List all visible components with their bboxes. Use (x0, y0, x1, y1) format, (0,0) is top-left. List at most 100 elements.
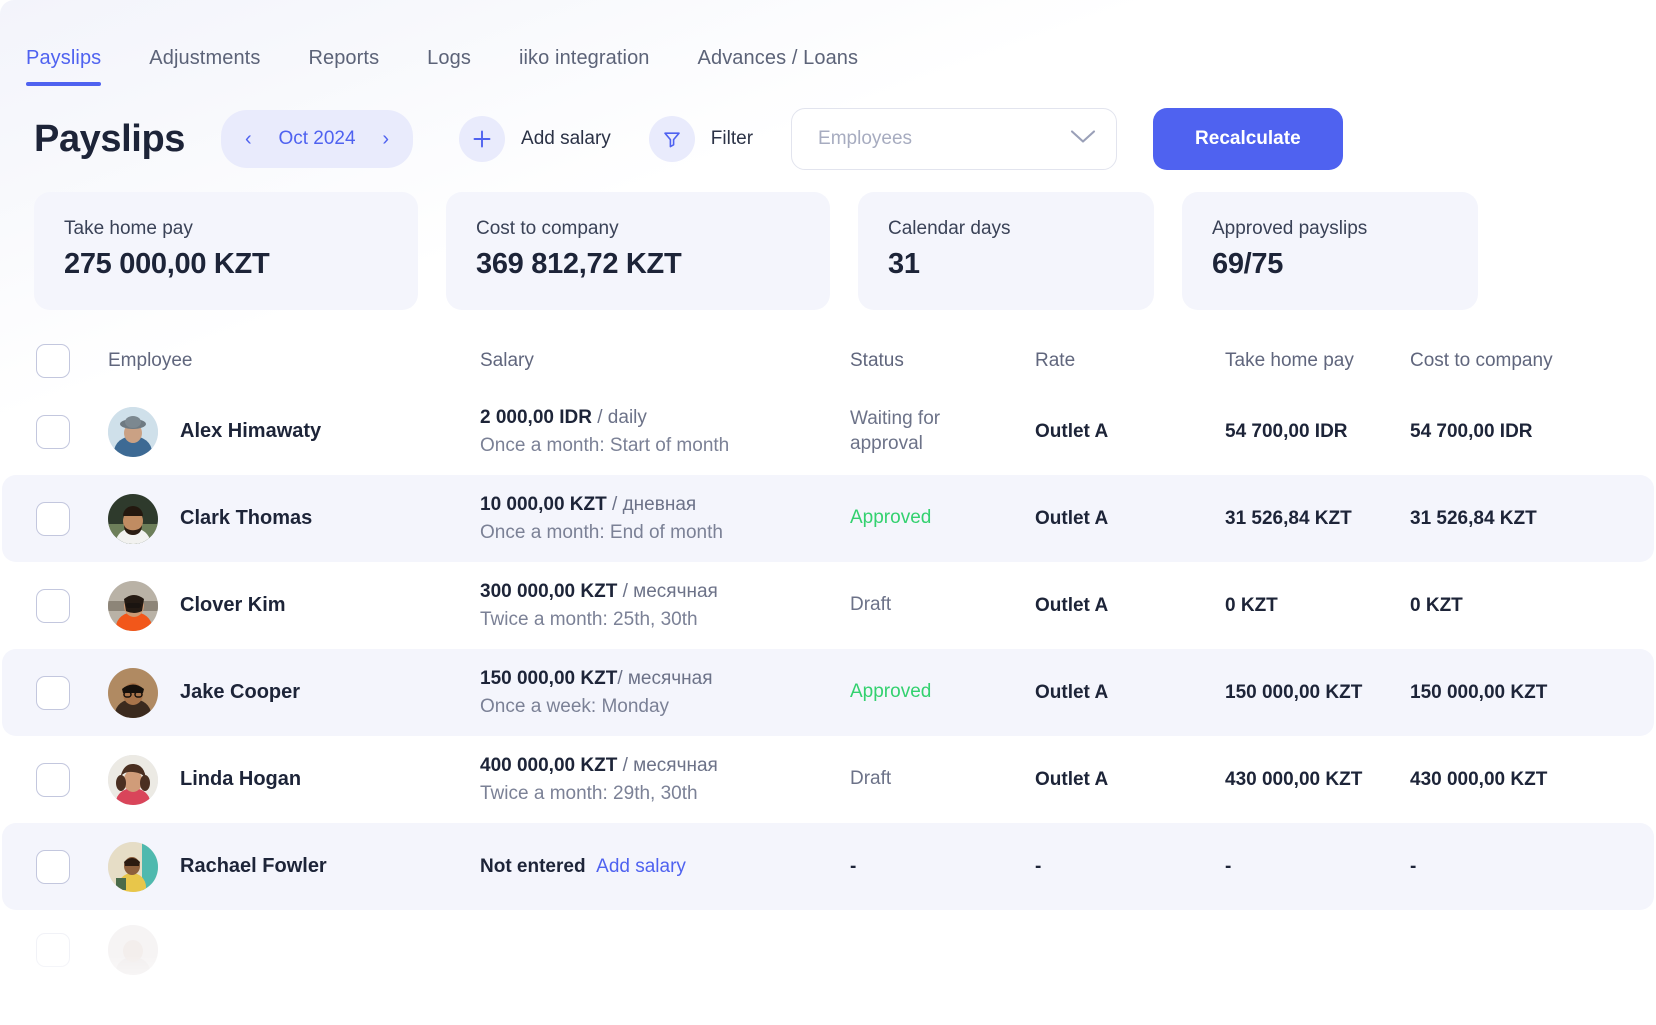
main-nav-tabs: Payslips Adjustments Reports Logs iiko i… (0, 0, 1656, 86)
salary-unit: / месячная (617, 754, 718, 776)
employee-cell: Alex Himawaty (108, 406, 480, 457)
employee-name: Rachael Fowler (180, 855, 327, 877)
table-row-partial[interactable] (2, 910, 1654, 990)
stat-card-approved-payslips: Approved payslips 69/75 (1182, 192, 1478, 310)
stat-label: Approved payslips (1212, 218, 1368, 239)
column-header-salary: Salary (480, 350, 534, 371)
summary-stats: Take home pay 275 000,00 KZT Cost to com… (0, 178, 1656, 310)
row-checkbox[interactable] (36, 762, 70, 797)
salary-amount: 10 000,00 KZT (480, 493, 607, 515)
filter-icon (648, 116, 695, 162)
employees-select-placeholder: Employees (818, 128, 913, 149)
take-home-pay-cell: - (1225, 855, 1232, 877)
row-select-cell (36, 762, 108, 797)
cost-to-company-cell: 430 000,00 KZT (1410, 768, 1548, 790)
rate-cell: Outlet A (1035, 768, 1109, 790)
add-salary-button[interactable]: Add salary (459, 116, 611, 162)
add-salary-link[interactable]: Add salary (596, 856, 686, 877)
rate-cell: Outlet A (1035, 507, 1109, 529)
page-toolbar: Payslips ‹ Oct 2024 › Add salary Filter … (0, 86, 1656, 178)
stat-value: 69/75 (1212, 248, 1284, 280)
salary-schedule: Twice a month: 25th, 30th (480, 608, 698, 630)
recalculate-button[interactable]: Recalculate (1153, 108, 1343, 170)
tab-label: Advances / Loans (697, 47, 859, 69)
row-checkbox[interactable] (36, 675, 70, 710)
stat-label: Cost to company (476, 218, 619, 239)
avatar (108, 925, 158, 975)
salary-schedule: Twice a month: 29th, 30th (480, 782, 698, 804)
stat-label: Take home pay (64, 218, 193, 239)
month-picker-label: Oct 2024 (278, 128, 356, 149)
salary-cell: 400 000,00 KZT / месячная Twice a month:… (480, 755, 850, 805)
salary-unit: / дневная (606, 493, 697, 515)
tab-reports[interactable]: Reports (308, 47, 379, 86)
chevron-right-icon[interactable]: › (376, 125, 395, 153)
table-row[interactable]: Alex Himawaty 2 000,00 IDR / daily Once … (2, 388, 1654, 475)
row-checkbox[interactable] (36, 501, 70, 536)
take-home-pay-cell: 0 KZT (1225, 594, 1278, 616)
table-row[interactable]: Rachael Fowler Not entered Add salary - … (2, 823, 1654, 910)
employee-cell: Jake Cooper (108, 667, 480, 718)
column-header-employee: Employee (108, 350, 193, 371)
rate-cell: - (1035, 855, 1042, 877)
row-checkbox[interactable] (36, 414, 70, 449)
rate-cell: Outlet A (1035, 594, 1109, 616)
filter-button[interactable]: Filter (648, 116, 754, 162)
cost-to-company-cell: 0 KZT (1410, 594, 1463, 616)
table-header-row: Employee Salary Status Rate Take home pa… (2, 334, 1654, 388)
table-row[interactable]: Linda Hogan 400 000,00 KZT / месячная Tw… (2, 736, 1654, 823)
employees-select[interactable]: Employees (791, 108, 1118, 170)
stat-label: Calendar days (888, 218, 1011, 239)
salary-unit: / месячная (617, 667, 713, 689)
employee-cell (108, 925, 480, 975)
salary-cell: Not entered Add salary (480, 856, 850, 878)
row-checkbox[interactable] (36, 933, 70, 967)
column-header-rate: Rate (1035, 350, 1076, 371)
table-row[interactable]: Clover Kim 300 000,00 KZT / месячная Twi… (2, 562, 1654, 649)
stat-card-cost-to-company: Cost to company 369 812,72 KZT (446, 192, 830, 310)
salary-cell: 300 000,00 KZT / месячная Twice a month:… (480, 581, 850, 631)
tab-adjustments[interactable]: Adjustments (149, 47, 260, 86)
tab-label: iiko integration (518, 47, 650, 69)
tab-label: Adjustments (149, 47, 261, 69)
month-picker[interactable]: ‹ Oct 2024 › (221, 110, 414, 168)
employee-cell: Clover Kim (108, 580, 480, 631)
salary-amount: Not entered (480, 855, 586, 877)
avatar (108, 841, 158, 892)
row-checkbox[interactable] (36, 588, 70, 623)
salary-schedule: Once a month: End of month (480, 521, 723, 543)
tab-logs[interactable]: Logs (427, 47, 471, 86)
employee-name: Alex Himawaty (180, 420, 322, 442)
employee-name: Jake Cooper (180, 681, 301, 703)
stat-value: 275 000,00 KZT (64, 248, 270, 280)
filter-label: Filter (710, 128, 754, 149)
tab-label: Payslips (26, 47, 102, 69)
status-badge: Draft (850, 768, 892, 790)
salary-unit: / месячная (617, 580, 718, 602)
employee-cell: Rachael Fowler (108, 841, 480, 892)
chevron-left-icon[interactable]: ‹ (239, 125, 258, 153)
table-row[interactable]: Clark Thomas 10 000,00 KZT / дневная Onc… (2, 475, 1654, 562)
column-header-cost-to-company: Cost to company (1410, 350, 1553, 371)
take-home-pay-cell: 54 700,00 IDR (1225, 420, 1348, 442)
row-checkbox[interactable] (36, 849, 70, 884)
row-select-cell (36, 501, 108, 536)
stat-value: 369 812,72 KZT (476, 248, 682, 280)
tab-advances-loans[interactable]: Advances / Loans (698, 47, 859, 86)
avatar (108, 667, 158, 718)
column-header-take-home-pay: Take home pay (1225, 350, 1354, 371)
select-all-checkbox[interactable] (36, 344, 70, 378)
plus-icon (459, 116, 506, 162)
cost-to-company-cell: 31 526,84 KZT (1410, 507, 1537, 529)
tab-iiko-integration[interactable]: iiko integration (519, 47, 650, 86)
salary-amount: 400 000,00 KZT (480, 754, 618, 776)
payslips-table: Employee Salary Status Rate Take home pa… (0, 334, 1656, 990)
cost-to-company-cell: 150 000,00 KZT (1410, 681, 1548, 703)
employee-name: Linda Hogan (180, 768, 302, 790)
add-salary-label: Add salary (521, 128, 611, 149)
take-home-pay-cell: 150 000,00 KZT (1225, 681, 1363, 703)
tab-payslips[interactable]: Payslips (26, 47, 102, 86)
status-badge: Approved (850, 507, 932, 529)
chevron-down-icon (1070, 129, 1096, 149)
table-row[interactable]: Jake Cooper 150 000,00 KZT/ месячная Onc… (2, 649, 1654, 736)
